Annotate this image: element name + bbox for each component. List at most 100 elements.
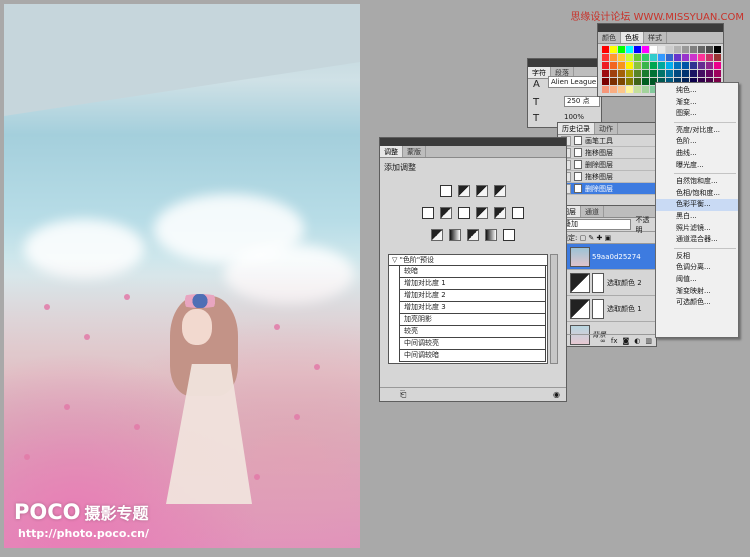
tab-channels[interactable]: 通道 [581, 206, 604, 217]
menu-item[interactable]: 色阶... [656, 136, 738, 148]
color-swatch[interactable] [666, 46, 673, 53]
menu-item[interactable]: 曲线... [656, 148, 738, 160]
color-swatch[interactable] [634, 54, 641, 61]
photo-canvas[interactable]: POCO 摄影专题 http://photo.poco.cn/ [4, 4, 360, 548]
color-swatch[interactable] [650, 54, 657, 61]
hue-saturation-icon[interactable] [440, 207, 452, 219]
color-swatch[interactable] [634, 46, 641, 53]
color-swatch[interactable] [658, 46, 665, 53]
black-white-icon[interactable] [476, 207, 488, 219]
color-swatch[interactable] [690, 46, 697, 53]
color-swatch[interactable] [618, 62, 625, 69]
color-swatch[interactable] [626, 70, 633, 77]
color-swatch[interactable] [602, 78, 609, 85]
color-swatch[interactable] [618, 54, 625, 61]
color-swatch[interactable] [602, 62, 609, 69]
preset-item[interactable]: 增加对比度 2 [399, 290, 546, 302]
color-swatch[interactable] [658, 54, 665, 61]
color-swatch[interactable] [698, 70, 705, 77]
color-swatch[interactable] [666, 54, 673, 61]
curves-icon[interactable] [476, 185, 488, 197]
color-swatch[interactable] [674, 62, 681, 69]
photo-filter-icon[interactable] [494, 207, 506, 219]
threshold-icon[interactable] [467, 229, 479, 241]
color-swatch[interactable] [714, 62, 721, 69]
color-swatch[interactable] [650, 70, 657, 77]
color-swatch[interactable] [706, 70, 713, 77]
menu-item[interactable]: 渐变映射... [656, 286, 738, 298]
color-swatch[interactable] [610, 46, 617, 53]
blend-mode-select[interactable]: 叠加 [561, 219, 632, 230]
color-swatch[interactable] [634, 62, 641, 69]
color-swatch[interactable] [626, 46, 633, 53]
exposure-icon[interactable] [494, 185, 506, 197]
preset-item[interactable]: 增加对比度 1 [399, 278, 546, 290]
return-icon[interactable]: ⎗ [400, 390, 406, 400]
color-swatch[interactable] [682, 46, 689, 53]
adjustment-icon[interactable]: ◐ [634, 335, 640, 346]
menu-item[interactable]: 色相/饱和度... [656, 188, 738, 200]
leading-value[interactable]: 100% [564, 113, 584, 121]
posterize-icon[interactable] [449, 229, 461, 241]
preset-item[interactable]: 加亮阴影 [399, 314, 546, 326]
menu-item[interactable]: 亮度/对比度... [656, 125, 738, 137]
menu-item[interactable]: 通道混合器... [656, 234, 738, 246]
color-swatch[interactable] [642, 46, 649, 53]
menu-item[interactable]: 色彩平衡... [656, 199, 738, 211]
history-item-selected[interactable]: 删除图层 [558, 183, 656, 195]
layer-mask[interactable] [592, 298, 604, 319]
color-swatch[interactable] [666, 70, 673, 77]
mask-icon[interactable]: ◙ [622, 335, 629, 346]
layer-mask[interactable] [592, 272, 604, 293]
color-swatch[interactable] [682, 70, 689, 77]
color-swatch[interactable] [674, 46, 681, 53]
layer-name[interactable]: 选取颜色 1 [607, 304, 642, 314]
preset-scrollbar[interactable] [550, 254, 558, 364]
levels-icon[interactable] [458, 185, 470, 197]
layer-name[interactable]: 59aa0d25274 [592, 253, 641, 261]
panel-titlebar[interactable] [528, 59, 601, 67]
color-swatch[interactable] [642, 54, 649, 61]
color-swatch[interactable] [674, 70, 681, 77]
color-swatch[interactable] [602, 46, 609, 53]
channel-mixer-icon[interactable] [512, 207, 524, 219]
tab-color[interactable]: 颜色 [598, 32, 621, 43]
color-swatch[interactable] [642, 62, 649, 69]
color-swatch[interactable] [610, 54, 617, 61]
color-swatch[interactable] [714, 54, 721, 61]
color-swatch[interactable] [650, 46, 657, 53]
color-swatch[interactable] [698, 46, 705, 53]
lock-icons[interactable]: ▢ ✎ ✚ ▣ [580, 234, 612, 242]
vibrance-icon[interactable] [422, 207, 434, 219]
color-swatch[interactable] [698, 54, 705, 61]
layer-name[interactable]: 选取颜色 2 [607, 278, 642, 288]
link-icon[interactable]: ∞ [600, 335, 606, 346]
menu-item[interactable]: 黑白... [656, 211, 738, 223]
color-swatch[interactable] [602, 70, 609, 77]
color-swatch[interactable] [666, 62, 673, 69]
color-swatch[interactable] [610, 78, 617, 85]
color-swatch[interactable] [674, 54, 681, 61]
tab-adjustments[interactable]: 调整 [380, 146, 403, 157]
menu-item[interactable]: 阈值... [656, 274, 738, 286]
clip-icon[interactable]: ◉ [553, 390, 560, 399]
color-swatch[interactable] [642, 86, 649, 93]
color-swatch[interactable] [706, 54, 713, 61]
history-item[interactable]: 拖移图层 [558, 147, 656, 159]
fx-icon[interactable]: fx [611, 335, 618, 346]
preset-item[interactable]: 中间调较暗 [399, 350, 546, 362]
color-swatch[interactable] [618, 86, 625, 93]
color-swatch[interactable] [658, 70, 665, 77]
menu-item[interactable]: 自然饱和度... [656, 176, 738, 188]
preset-group-header[interactable]: ▽ "色阶"预设 [389, 255, 547, 266]
menu-item[interactable]: 图案... [656, 108, 738, 120]
layer-row[interactable]: ● 选取颜色 2 [558, 270, 656, 296]
tab-swatches[interactable]: 色板 [621, 32, 644, 43]
color-swatch[interactable] [618, 70, 625, 77]
font-family-field[interactable]: Alien League [548, 76, 600, 88]
color-swatch[interactable] [642, 70, 649, 77]
color-swatch[interactable] [626, 86, 633, 93]
tab-styles[interactable]: 样式 [644, 32, 667, 43]
color-swatch[interactable] [602, 54, 609, 61]
color-swatch[interactable] [690, 62, 697, 69]
